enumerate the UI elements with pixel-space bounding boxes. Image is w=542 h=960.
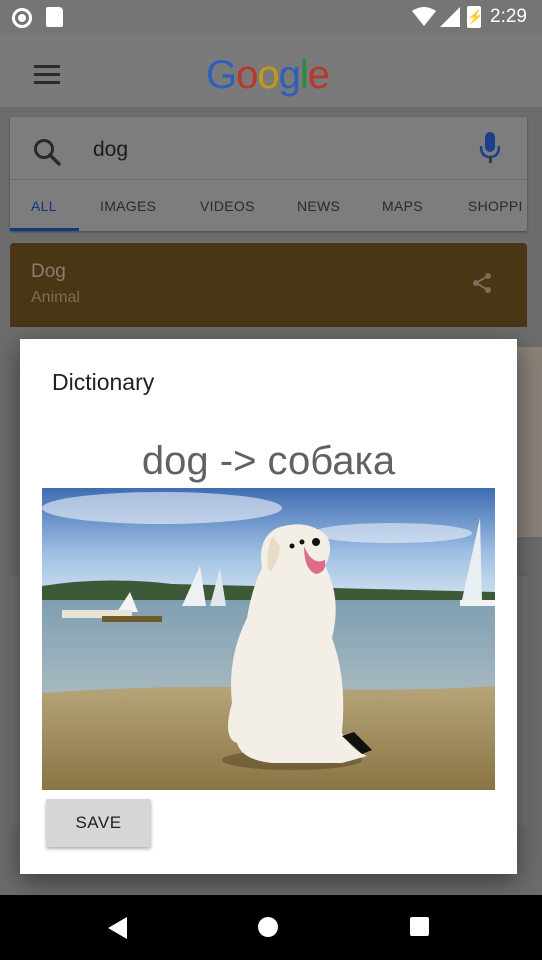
home-icon[interactable] bbox=[258, 917, 278, 937]
notification-icon bbox=[12, 8, 32, 28]
back-icon[interactable] bbox=[108, 917, 128, 939]
search-input[interactable]: dog bbox=[93, 137, 128, 163]
translation-text: dog -> собака bbox=[141, 439, 396, 483]
tab-images[interactable]: IMAGES bbox=[100, 198, 156, 214]
knowledge-panel-subtitle: Animal bbox=[31, 289, 80, 306]
tab-shopping[interactable]: SHOPPI bbox=[468, 198, 523, 214]
logo-letter: o bbox=[236, 53, 258, 97]
google-logo: Google bbox=[206, 53, 330, 98]
background-image-edge bbox=[517, 347, 542, 537]
dialog-title: Dictionary bbox=[52, 369, 155, 395]
app-bar: Google bbox=[0, 33, 542, 107]
search-tabs: ALL IMAGES VIDEOS NEWS MAPS SHOPPI bbox=[10, 180, 527, 231]
sd-card-icon bbox=[46, 7, 63, 27]
tab-all[interactable]: ALL bbox=[31, 198, 57, 214]
search-icon[interactable] bbox=[32, 137, 62, 167]
dictionary-dialog: Dictionary dog -> собака SAVE bbox=[20, 339, 517, 874]
status-time: 2:29 bbox=[490, 6, 527, 27]
knowledge-panel-title: Dog bbox=[31, 261, 66, 282]
mic-icon[interactable] bbox=[479, 132, 501, 164]
wifi-icon bbox=[412, 7, 436, 26]
dog-photo bbox=[42, 488, 495, 790]
logo-letter: o bbox=[257, 53, 279, 97]
knowledge-panel-header[interactable]: Dog Animal bbox=[10, 243, 527, 327]
logo-letter: l bbox=[299, 53, 309, 97]
logo-letter: g bbox=[278, 53, 301, 97]
battery-icon: ⚡ bbox=[467, 6, 483, 28]
logo-letter: e bbox=[307, 53, 330, 97]
recent-apps-icon[interactable] bbox=[410, 917, 429, 936]
share-icon[interactable] bbox=[470, 271, 494, 295]
menu-icon[interactable] bbox=[34, 65, 60, 85]
navigation-bar bbox=[0, 895, 542, 960]
active-tab-indicator bbox=[10, 228, 79, 231]
logo-letter: G bbox=[206, 53, 237, 97]
status-bar: ⚡ 2:29 bbox=[0, 0, 542, 33]
save-button[interactable]: SAVE bbox=[46, 799, 151, 847]
signal-icon bbox=[440, 7, 460, 27]
tab-videos[interactable]: VIDEOS bbox=[200, 198, 255, 214]
tab-news[interactable]: NEWS bbox=[297, 198, 340, 214]
tab-maps[interactable]: MAPS bbox=[382, 198, 423, 214]
search-card: dog ALL IMAGES VIDEOS NEWS MAPS SHOPPI bbox=[10, 117, 527, 231]
